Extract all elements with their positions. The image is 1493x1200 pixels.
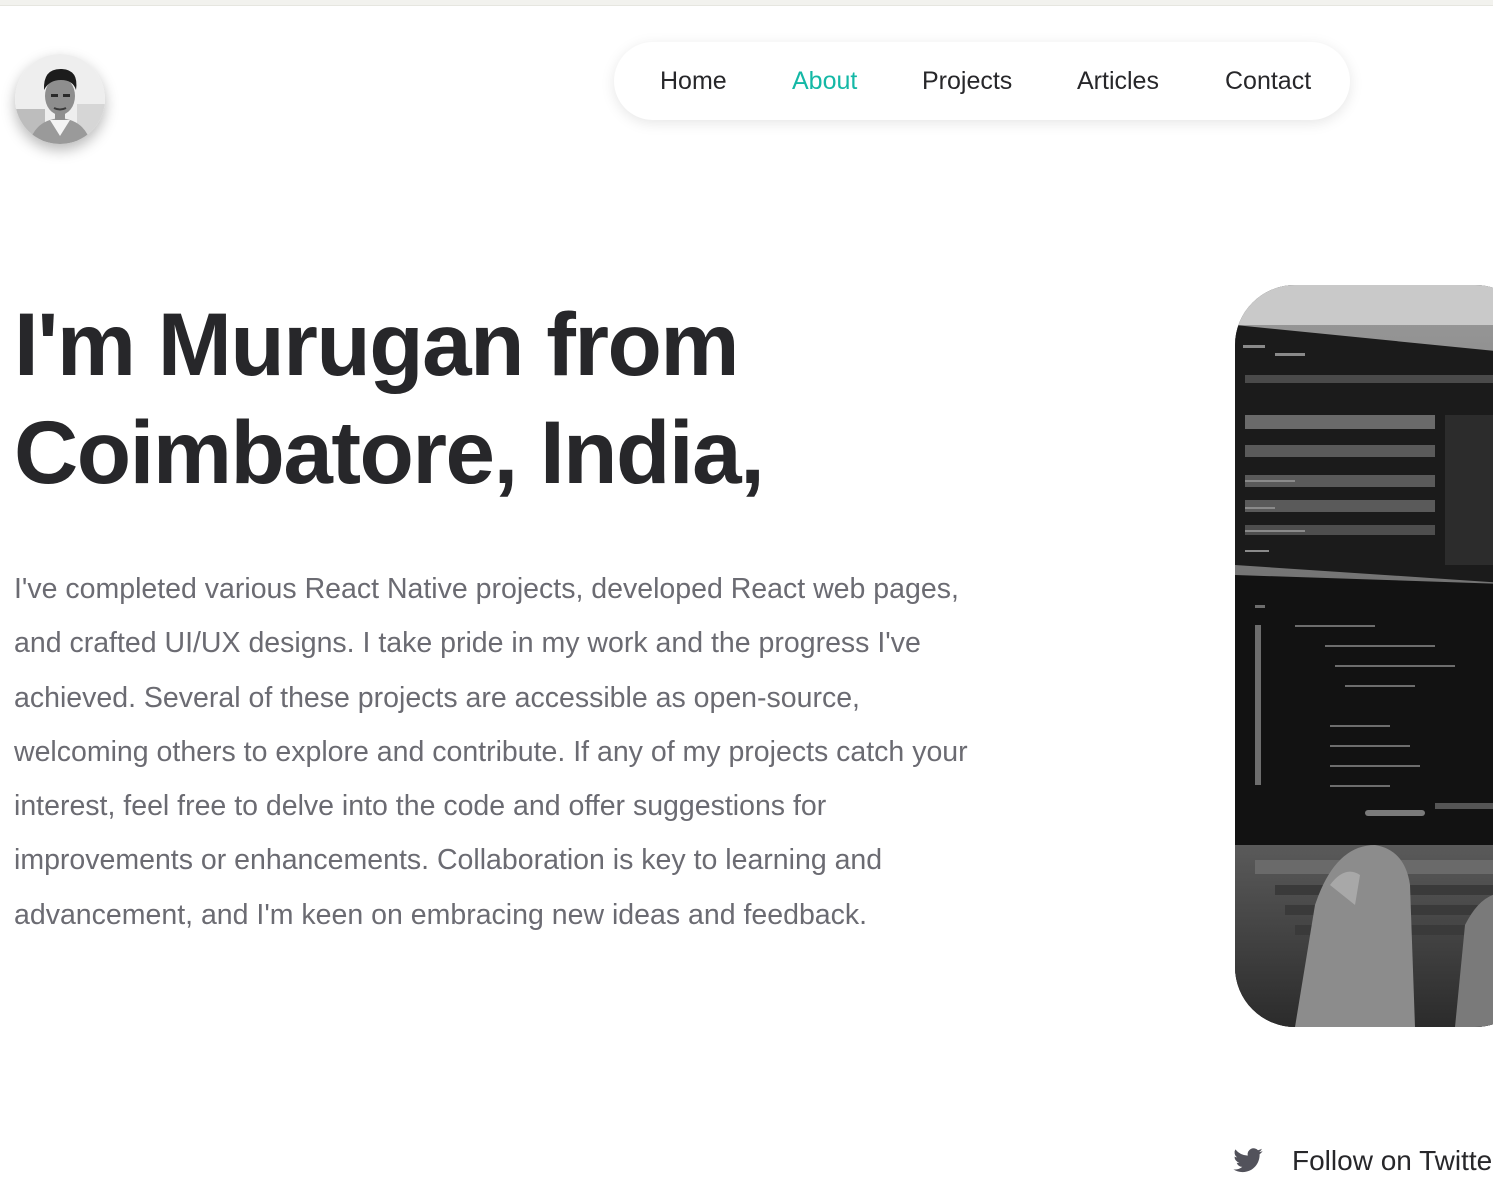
follow-twitter-link[interactable]: Follow on Twitter: [1232, 1138, 1493, 1184]
nav-home[interactable]: Home: [660, 66, 727, 96]
about-page: Home About Projects Articles Contact I'm…: [0, 0, 1493, 1200]
nav-about[interactable]: About: [792, 66, 857, 96]
twitter-follow-label: Follow on Twitter: [1292, 1145, 1493, 1176]
about-description: I've completed various React Native proj…: [14, 573, 968, 931]
avatar-photo: [15, 54, 105, 144]
nav-contact[interactable]: Contact: [1225, 66, 1311, 96]
main-nav: Home About Projects Articles Contact: [614, 42, 1350, 120]
laptop-photo-illustration: [1235, 285, 1493, 1027]
twitter-icon: [1233, 1148, 1263, 1173]
page-title: I'm Murugan from Coimbatore, India,: [14, 294, 765, 502]
nav-projects[interactable]: Projects: [922, 66, 1012, 96]
avatar[interactable]: [15, 54, 105, 144]
browser-top-edge: [0, 0, 1493, 6]
workspace-photo: [1235, 285, 1493, 1027]
nav-articles[interactable]: Articles: [1077, 66, 1159, 96]
